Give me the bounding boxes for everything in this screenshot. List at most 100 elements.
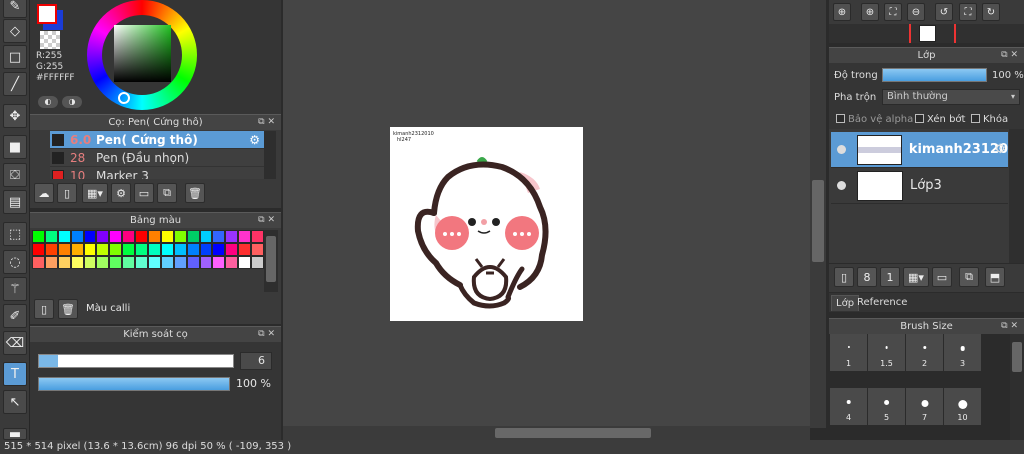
palette-swatch[interactable] bbox=[238, 256, 252, 269]
palette-swatch[interactable] bbox=[251, 256, 265, 269]
palette-swatch[interactable] bbox=[109, 256, 123, 269]
palette-swatch[interactable] bbox=[32, 243, 45, 256]
brush-size-input[interactable]: 6 bbox=[240, 352, 272, 370]
palette-swatch[interactable] bbox=[251, 243, 265, 256]
new-palette-icon[interactable]: ▯ bbox=[34, 299, 54, 319]
palette-swatch[interactable] bbox=[186, 256, 200, 269]
palette-swatch[interactable] bbox=[57, 230, 71, 243]
palette-icon[interactable]: ◐ bbox=[38, 96, 58, 108]
palette-swatch[interactable] bbox=[251, 230, 265, 243]
brush-cloud-icon[interactable]: ☁ bbox=[34, 183, 54, 203]
palette-swatch[interactable] bbox=[44, 243, 58, 256]
palette-swatch[interactable] bbox=[186, 243, 200, 256]
palette-swatch[interactable] bbox=[186, 230, 200, 243]
palette-swatch[interactable] bbox=[212, 230, 226, 243]
drawing-canvas[interactable]: kimanh2312010 hl247 bbox=[390, 127, 583, 321]
layer-row[interactable]: kimanh23120 ⚙ bbox=[831, 132, 1008, 168]
palette-swatch[interactable] bbox=[44, 230, 58, 243]
layer-folder-icon[interactable]: ▭ bbox=[932, 267, 952, 287]
palette-swatch[interactable] bbox=[238, 243, 252, 256]
palette-swatch[interactable] bbox=[44, 256, 58, 269]
palette-swatch[interactable] bbox=[238, 230, 252, 243]
hue-selector-ring[interactable] bbox=[118, 92, 130, 104]
lasso-tool-icon[interactable]: ◌ bbox=[3, 250, 27, 274]
palette-swatch[interactable] bbox=[57, 243, 71, 256]
palette-swatch[interactable] bbox=[160, 230, 174, 243]
canvas-horizontal-scrollbar[interactable] bbox=[283, 426, 810, 440]
foreground-color-swatch[interactable] bbox=[37, 4, 57, 24]
color-picker-icon[interactable]: ◑ bbox=[62, 96, 82, 108]
layer-settings-icon[interactable]: ⚙ bbox=[994, 142, 1006, 157]
gradient-tool-icon[interactable]: ▤ bbox=[3, 190, 27, 214]
brush-settings-icon[interactable]: ⚙ bbox=[111, 183, 131, 203]
fill-rect-tool-icon[interactable]: ■ bbox=[3, 135, 27, 159]
palette-swatch[interactable] bbox=[70, 230, 84, 243]
palette-swatch[interactable] bbox=[160, 243, 174, 256]
palette-swatch[interactable] bbox=[109, 230, 123, 243]
brush-add-menu-icon[interactable]: ▦▾ bbox=[82, 183, 108, 203]
palette-swatch[interactable] bbox=[122, 243, 136, 256]
layer-add-menu-icon[interactable]: ▦▾ bbox=[903, 267, 929, 287]
brush-folder-icon[interactable]: ▭ bbox=[134, 183, 154, 203]
brush-size-preset[interactable]: 4 bbox=[830, 387, 867, 425]
palette-swatch[interactable] bbox=[83, 230, 97, 243]
brush-size-preset[interactable]: 5 bbox=[868, 387, 905, 425]
rotate-left-icon[interactable]: ↺ bbox=[935, 3, 953, 21]
brush-duplicate-icon[interactable]: ⧉ bbox=[157, 183, 177, 203]
palette-swatch[interactable] bbox=[135, 256, 149, 269]
new-1bit-layer-icon[interactable]: 1 bbox=[880, 267, 900, 287]
palette-swatch[interactable] bbox=[173, 256, 187, 269]
brush-item[interactable]: 10 Marker 3 bbox=[50, 167, 264, 179]
palette-swatch[interactable] bbox=[173, 230, 187, 243]
palette-swatch[interactable] bbox=[96, 243, 110, 256]
palette-swatch[interactable] bbox=[83, 256, 97, 269]
brush-size-preset[interactable]: 2 bbox=[906, 334, 943, 371]
brush-size-preset[interactable]: 3 bbox=[944, 334, 981, 371]
layer-merge-icon[interactable]: ⬒ bbox=[985, 267, 1005, 287]
palette-swatch[interactable] bbox=[225, 230, 239, 243]
palette-swatch[interactable] bbox=[83, 243, 97, 256]
palette-swatch[interactable] bbox=[199, 256, 213, 269]
new-brush-icon[interactable]: ▯ bbox=[57, 183, 77, 203]
palette-scrollbar[interactable] bbox=[264, 230, 278, 292]
palette-swatch[interactable] bbox=[135, 230, 149, 243]
lock-checkbox[interactable]: Khóa bbox=[971, 114, 1008, 125]
more-tools-icon[interactable]: ▬ bbox=[3, 427, 27, 442]
palette-swatch[interactable] bbox=[70, 243, 84, 256]
palette-swatch[interactable] bbox=[225, 243, 239, 256]
brush-settings-icon[interactable]: ⚙ bbox=[249, 133, 260, 147]
brush-item[interactable]: 6.0 Pen( Cứng thô) ⚙ bbox=[50, 131, 264, 149]
zoom-out-icon[interactable]: ⊖ bbox=[907, 3, 925, 21]
layer-list-scrollbar[interactable] bbox=[1009, 129, 1024, 263]
canvas-vertical-scrollbar[interactable] bbox=[810, 0, 826, 428]
fullscreen-icon[interactable]: ⛶ bbox=[959, 3, 977, 21]
layer-float-close-icon[interactable]: ⧉ ✕ bbox=[1001, 48, 1018, 63]
pen-tool-icon[interactable]: ✎ bbox=[3, 0, 27, 18]
brush-opacity-slider[interactable] bbox=[38, 377, 230, 391]
new-8bit-layer-icon[interactable]: 8 bbox=[857, 267, 877, 287]
brush-size-float-close-icon[interactable]: ⧉ ✕ bbox=[1001, 319, 1018, 334]
tab-reference[interactable]: Reference bbox=[853, 295, 911, 311]
new-layer-icon[interactable]: ▯ bbox=[834, 267, 854, 287]
palette-swatch[interactable] bbox=[148, 256, 161, 269]
text-tool-icon[interactable]: T bbox=[3, 362, 27, 386]
layer-row[interactable]: Lớp3 bbox=[831, 168, 1008, 204]
palette-swatch[interactable] bbox=[122, 230, 136, 243]
navigator-preview[interactable] bbox=[829, 24, 1024, 43]
brush-size-preset[interactable]: 1.5 bbox=[868, 334, 905, 371]
palette-swatch[interactable] bbox=[212, 256, 226, 269]
magic-wand-tool-icon[interactable]: ⚚ bbox=[3, 277, 27, 301]
palette-swatch[interactable] bbox=[173, 243, 187, 256]
brush-size-preset[interactable]: 1 bbox=[830, 334, 867, 371]
palette-swatch[interactable] bbox=[199, 230, 213, 243]
panel-float-close-icon[interactable]: ⧉ ✕ bbox=[258, 115, 275, 130]
select-rect-tool-icon[interactable]: ⬚ bbox=[3, 222, 27, 246]
eraser-tool-icon[interactable]: ◇ bbox=[3, 19, 27, 43]
fit-window-icon[interactable]: ⛶ bbox=[884, 3, 902, 21]
transparent-color-swatch[interactable] bbox=[40, 31, 60, 49]
palette-float-close-icon[interactable]: ⧉ ✕ bbox=[258, 213, 275, 228]
select-eraser-tool-icon[interactable]: ⌫ bbox=[3, 331, 27, 355]
layer-duplicate-icon[interactable]: ⧉ bbox=[959, 267, 979, 287]
operation-tool-icon[interactable]: ↖ bbox=[3, 390, 27, 414]
brush-size-preset[interactable]: 7 bbox=[906, 387, 943, 425]
